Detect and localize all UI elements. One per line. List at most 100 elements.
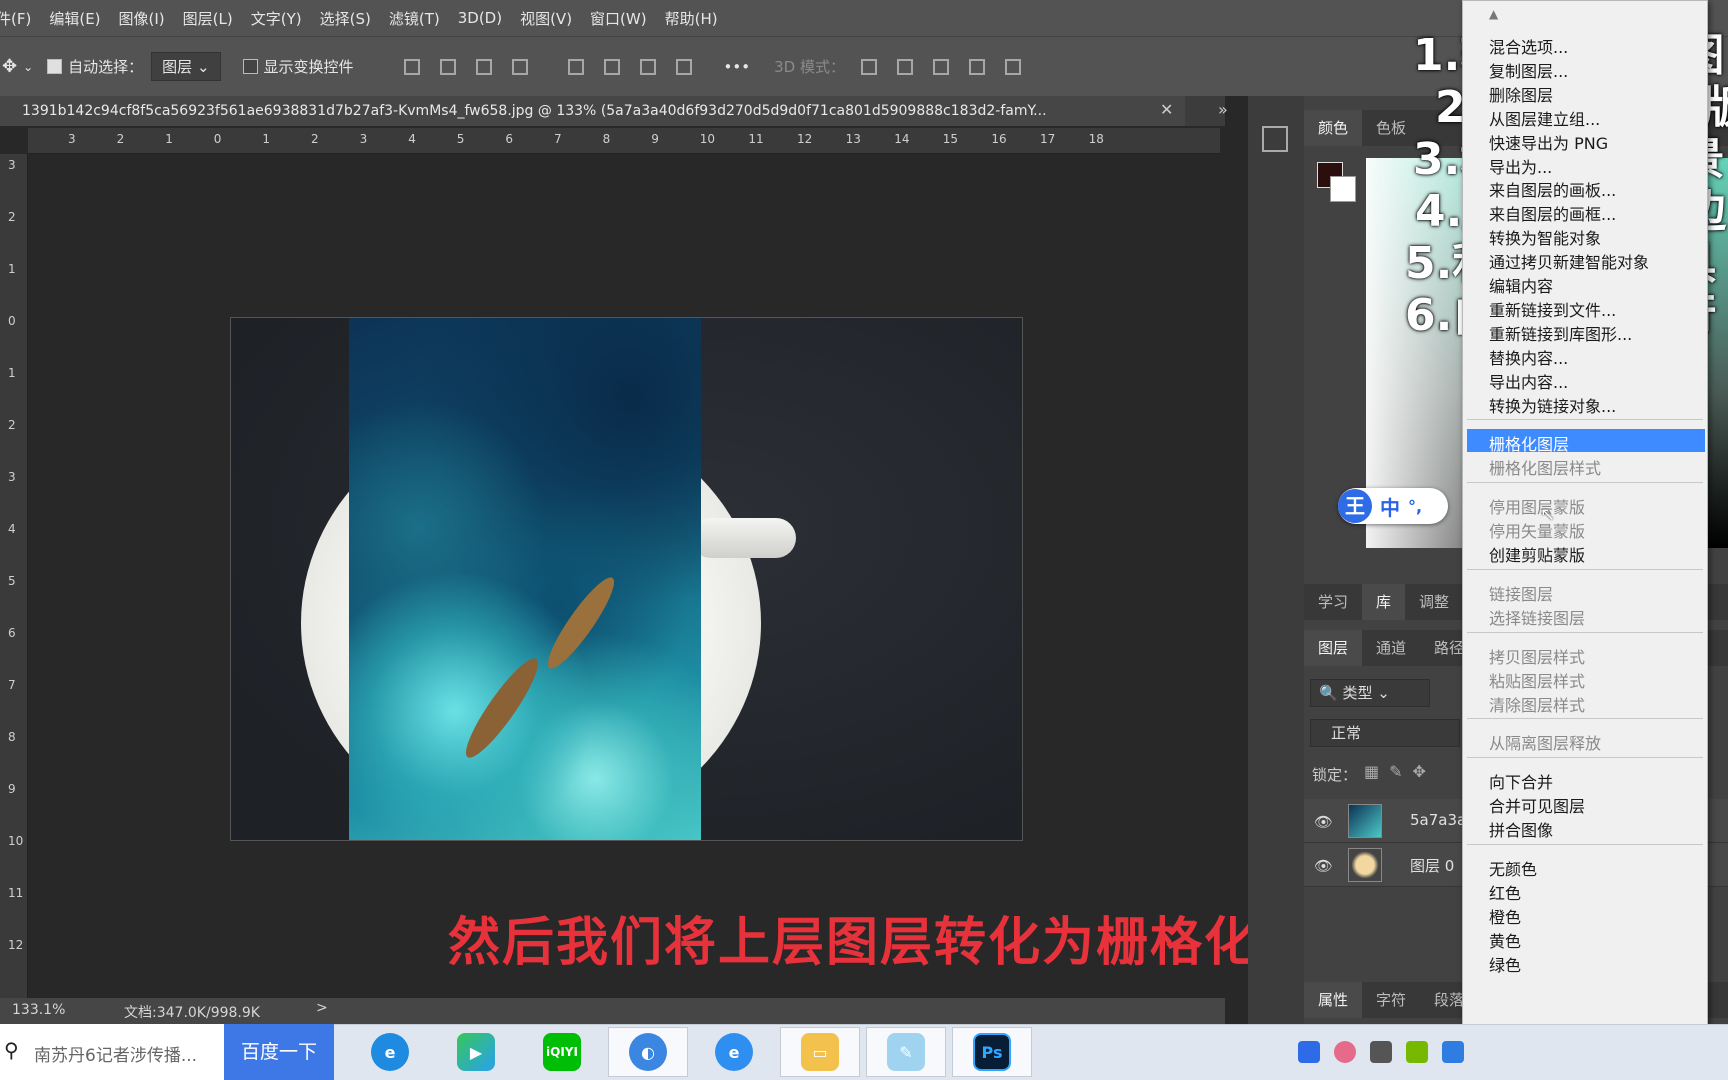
context-menu-item[interactable]: 来自图层的画框...: [1489, 201, 1616, 225]
status-menu-arrow[interactable]: >: [316, 1000, 328, 1016]
lock-icons[interactable]: ▦✎✥: [1364, 762, 1436, 781]
context-menu-item[interactable]: 来自图层的画板...: [1489, 177, 1616, 201]
context-menu-item[interactable]: 拼合图像: [1489, 817, 1553, 841]
search-go-button[interactable]: 百度一下: [224, 1024, 334, 1080]
context-menu-item[interactable]: 混合选项...: [1489, 34, 1568, 58]
tab-learn[interactable]: 学习: [1304, 584, 1362, 620]
tab-layers[interactable]: 图层: [1304, 630, 1363, 666]
menu-4[interactable]: 文字(Y): [242, 8, 311, 29]
menu-6[interactable]: 滤镜(T): [380, 8, 449, 29]
move-tool-icon[interactable]: ✥: [2, 56, 17, 77]
tab-overflow-icon[interactable]: »: [1218, 100, 1228, 119]
context-menu-item[interactable]: 无颜色: [1489, 856, 1537, 880]
menu-8[interactable]: 视图(V): [511, 8, 581, 29]
visibility-eye-icon[interactable]: 👁: [1314, 813, 1333, 831]
ime-punctuation-icon[interactable]: °,: [1408, 497, 1422, 516]
file-explorer-icon[interactable]: ▭: [780, 1027, 860, 1077]
context-menu-item[interactable]: 红色: [1489, 880, 1521, 904]
visibility-eye-icon[interactable]: 👁: [1314, 857, 1333, 875]
menu-0[interactable]: 文件(F): [0, 8, 40, 29]
context-menu-item[interactable]: 转换为链接对象...: [1489, 393, 1616, 417]
context-menu-item[interactable]: 快速导出为 PNG: [1489, 130, 1608, 154]
layer-filter-select[interactable]: 🔍 类型 ⌄: [1310, 679, 1430, 707]
tab-channels[interactable]: 通道: [1362, 630, 1420, 666]
align-middle-icon[interactable]: [603, 58, 620, 75]
zoom-level[interactable]: 133.1%: [12, 1002, 65, 1018]
flower-tray-icon[interactable]: [1334, 1041, 1356, 1063]
tab-character[interactable]: 字符: [1362, 982, 1420, 1018]
distribute-vertical-icon[interactable]: [675, 58, 692, 75]
context-menu-item[interactable]: 替换内容...: [1489, 345, 1568, 369]
context-menu-item[interactable]: 导出为...: [1489, 154, 1552, 178]
tab-adjustments[interactable]: 调整: [1405, 584, 1463, 620]
storage-tray-icon[interactable]: [1370, 1041, 1392, 1063]
align-left-icon[interactable]: [403, 58, 420, 75]
tab-color[interactable]: 颜色: [1304, 110, 1363, 146]
menu-1[interactable]: 编辑(E): [40, 8, 109, 29]
context-menu-item[interactable]: 重新链接到库图形...: [1489, 321, 1632, 345]
context-menu-item[interactable]: 创建剪贴蒙版: [1489, 542, 1585, 566]
context-menu-item[interactable]: 编辑内容: [1489, 273, 1553, 297]
ruler-vertical[interactable]: 3 2 1 0 1 2 3 4 5 6 7 8 9 10 11 12: [0, 154, 28, 998]
document-tab[interactable]: 1391b142c94cf8f5ca56923f561ae6938831d7b2…: [0, 96, 1185, 126]
context-menu-item[interactable]: 橙色: [1489, 904, 1521, 928]
context-menu-item[interactable]: 栅格化图层: [1489, 431, 1569, 455]
nvidia-tray-icon[interactable]: [1406, 1041, 1428, 1063]
security-tray-icon[interactable]: [1442, 1041, 1464, 1063]
3d-camera-icon[interactable]: [1004, 58, 1021, 75]
tool-preset-dropdown-icon[interactable]: ⌄: [23, 60, 33, 74]
ie-icon[interactable]: e: [350, 1027, 430, 1077]
tab-libraries[interactable]: 库: [1362, 584, 1406, 620]
3d-slide-icon[interactable]: [968, 58, 985, 75]
photoshop-icon[interactable]: Ps: [952, 1027, 1032, 1077]
menu-3[interactable]: 图层(L): [174, 8, 242, 29]
context-menu-item[interactable]: 删除图层: [1489, 82, 1553, 106]
tab-properties[interactable]: 属性: [1304, 982, 1363, 1018]
menu-10[interactable]: 帮助(H): [656, 8, 727, 29]
document-canvas[interactable]: [230, 317, 1023, 841]
background-color-swatch[interactable]: [1330, 176, 1356, 202]
distribute-horizontal-icon[interactable]: [511, 58, 528, 75]
context-menu-item[interactable]: 从图层建立组...: [1489, 106, 1600, 130]
context-menu-item[interactable]: 转换为智能对象: [1489, 225, 1601, 249]
context-menu-item[interactable]: 合并可见图层: [1489, 793, 1585, 817]
context-menu-item[interactable]: 绿色: [1489, 952, 1521, 976]
3d-orbit-icon[interactable]: [860, 58, 877, 75]
menu-7[interactable]: 3D(D): [449, 9, 511, 27]
taskbar-search[interactable]: ⚲ 南苏丹6记者涉传播...: [0, 1024, 224, 1080]
context-menu-item[interactable]: 向下合并: [1489, 769, 1553, 793]
ime-toolbar[interactable]: 王 中 °,: [1338, 488, 1448, 524]
auto-select-checkbox[interactable]: [47, 59, 63, 74]
context-menu-item[interactable]: 黄色: [1489, 928, 1521, 952]
history-panel-icon[interactable]: [1262, 126, 1288, 152]
video-player-icon[interactable]: ▶: [436, 1027, 516, 1077]
ime-language[interactable]: 中: [1380, 492, 1400, 521]
context-menu-item[interactable]: 重新链接到文件...: [1489, 297, 1616, 321]
menu-scroll-up-icon[interactable]: ▲: [1489, 7, 1498, 21]
align-right-icon[interactable]: [475, 58, 492, 75]
search-input[interactable]: 南苏丹6记者涉传播...: [34, 1041, 197, 1066]
menu-5[interactable]: 选择(S): [311, 8, 380, 29]
context-menu-item[interactable]: 通过拷贝新建智能对象: [1489, 249, 1649, 273]
align-bottom-icon[interactable]: [639, 58, 656, 75]
notepad-icon[interactable]: ✎: [866, 1027, 946, 1077]
align-top-icon[interactable]: [567, 58, 584, 75]
browser-icon[interactable]: ◐: [608, 1027, 688, 1077]
blend-mode-select[interactable]: 正常: [1310, 719, 1460, 747]
ruler-horizontal[interactable]: 3 2 1 0 1 2 3 4 5 6 7 8 9 10 11 12 13 14 15 16 17 18: [28, 128, 1220, 154]
auto-select-target-select[interactable]: 图层 ⌄: [151, 52, 221, 81]
close-tab-icon[interactable]: ✕: [1160, 100, 1173, 119]
ime-tray-icon[interactable]: [1298, 1041, 1320, 1063]
ie2-icon[interactable]: e: [694, 1027, 774, 1077]
menu-2[interactable]: 图像(I): [110, 8, 174, 29]
menu-9[interactable]: 窗口(W): [581, 8, 656, 29]
context-menu-item[interactable]: 导出内容...: [1489, 369, 1568, 393]
tab-swatches[interactable]: 色板: [1362, 110, 1420, 146]
more-options-button[interactable]: •••: [724, 58, 751, 76]
3d-roll-icon[interactable]: [896, 58, 913, 75]
iqiyi-icon[interactable]: iQIYI: [522, 1027, 602, 1077]
align-center-icon[interactable]: [439, 58, 456, 75]
3d-pan-icon[interactable]: [932, 58, 949, 75]
context-menu-item[interactable]: 复制图层...: [1489, 58, 1568, 82]
show-transform-checkbox[interactable]: [242, 59, 258, 74]
